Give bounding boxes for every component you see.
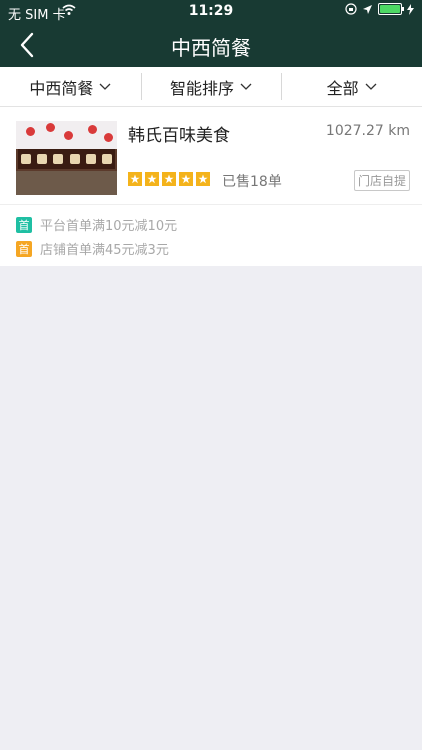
promo-badge: 首 [16,216,32,233]
promo-text: 平台首单满10元减10元 [40,219,178,234]
shop-distance: 1027.27 km [325,123,410,139]
filter-sort[interactable]: 智能排序 [140,67,282,106]
sold-count: 已售18单 [222,174,282,190]
page-title: 中西简餐 [171,36,251,60]
orientation-lock-icon [345,3,357,15]
star-icon [145,172,159,186]
promotions: 首 平台首单满10元减10元 首 店铺首单满45元减3元 [0,204,422,266]
location-arrow-icon [363,4,372,14]
rating-stars [128,172,210,186]
filter-category[interactable]: 中西简餐 [0,67,141,106]
charging-icon [407,3,414,15]
promo-platform-first-order: 首 平台首单满10元减10元 [16,215,177,234]
filter-sort-label: 智能排序 [170,78,235,98]
star-icon [179,172,193,186]
promo-shop-first-order: 首 店铺首单满45元减3元 [16,239,169,258]
shop-name: 韩氏百味美食 [128,126,230,146]
promo-badge: 首 [16,240,32,257]
battery-icon [378,3,404,15]
status-bar: 无 SIM 卡 11:29 [0,0,422,24]
star-icon [162,172,176,186]
nav-bar: 中西简餐 [0,24,422,67]
filter-category-label: 中西简餐 [29,78,94,98]
chevron-down-icon [99,83,111,90]
chevron-down-icon [240,83,252,90]
star-icon [196,172,210,186]
star-icon [128,172,142,186]
filter-all[interactable]: 全部 [281,67,422,106]
pickup-tag: 门店自提 [353,170,410,191]
shop-thumbnail [16,121,117,195]
chevron-down-icon [365,83,377,90]
promo-text: 店铺首单满45元减3元 [40,243,169,258]
filter-all-label: 全部 [326,78,359,98]
filter-bar: 中西简餐 智能排序 全部 [0,67,422,107]
